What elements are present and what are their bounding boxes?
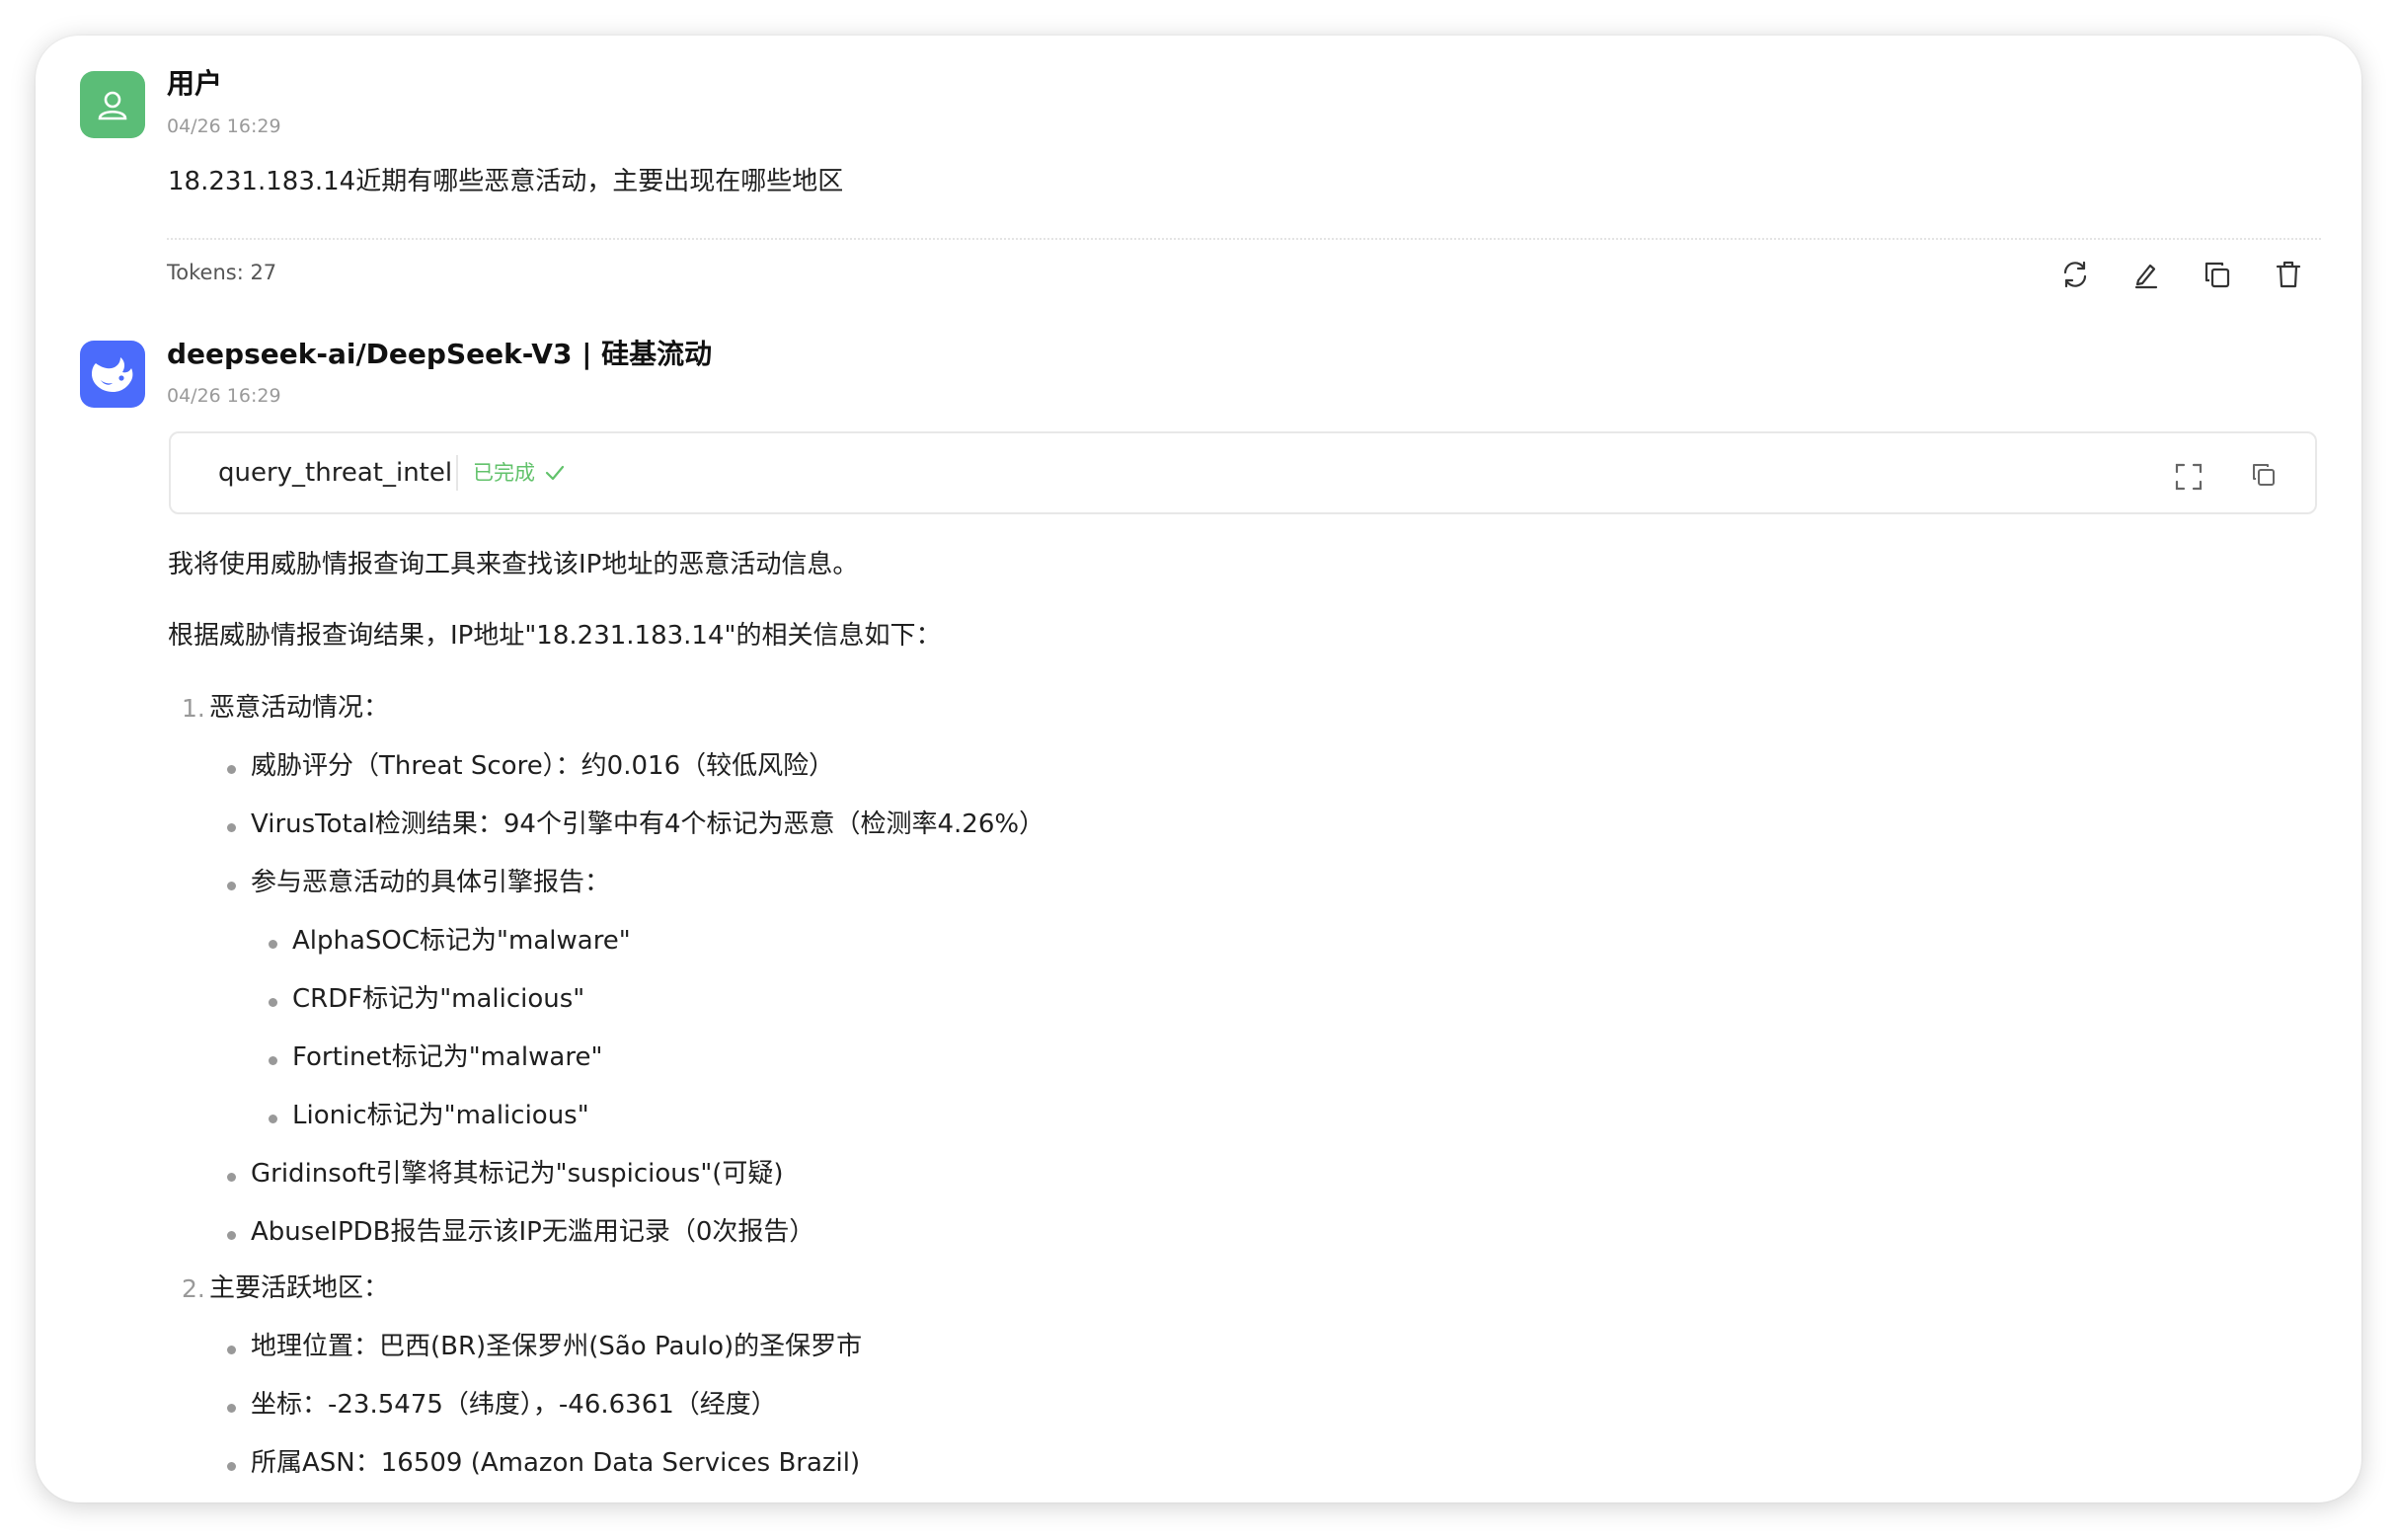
regenerate-button[interactable] [2055,255,2095,294]
bullet [227,1173,236,1182]
bullet [269,940,277,949]
bullet [269,1115,277,1123]
user-icon [98,91,127,120]
section-title: 恶意活动情况： [209,693,390,723]
copy-icon [2204,262,2230,288]
copy-button[interactable] [2198,255,2237,294]
message-actions [2055,255,2308,294]
copy-icon [2253,464,2275,486]
token-count: Tokens: 27 [167,261,277,284]
bullet [227,1231,236,1240]
bullet [227,1346,236,1354]
edit-button[interactable] [2126,255,2166,294]
tool-status-label: 已完成 [473,461,535,485]
user-name: 用户 [167,67,223,100]
tool-call-card[interactable]: query_threat_intel 已完成 [169,431,2317,514]
message-divider [167,238,2321,240]
list-item: AbuseIPDB报告显示该IP无滥用记录（0次报告） [251,1217,815,1247]
edit-icon [2134,264,2158,289]
tool-call-separator [456,455,458,491]
paragraph: 根据威胁情报查询结果，IP地址"18.231.183.14"的相关信息如下： [168,621,942,651]
user-avatar [80,71,145,138]
list-item: 地理位置：巴西(BR)圣保罗州(São Paulo)的圣保罗市 [251,1332,863,1361]
ai-model-name: deepseek-ai/DeepSeek-V3 | 硅基流动 [167,338,713,370]
list-item: 所属ASN：16509 (Amazon Data Services Brazil… [251,1448,861,1478]
list-subitem: CRDF标记为"malicious" [292,984,585,1014]
fullscreen-icon [2175,463,2203,491]
user-message-text: 18.231.183.14近期有哪些恶意活动，主要出现在哪些地区 [168,167,844,196]
delete-button[interactable] [2269,255,2308,294]
list-item: 参与恶意活动的具体引擎报告： [251,868,611,897]
user-message-time: 04/26 16:29 [167,116,281,137]
tool-copy-button[interactable] [2247,458,2281,492]
paragraph: 我将使用威胁情报查询工具来查找该IP地址的恶意活动信息。 [168,550,859,579]
list-item: Gridinsoft引擎将其标记为"suspicious"(可疑) [251,1159,784,1189]
ai-avatar [80,341,145,408]
list-subitem: Lionic标记为"malicious" [292,1101,589,1130]
chat-panel: 用户 04/26 16:29 18.231.183.14近期有哪些恶意活动，主要… [36,36,2361,1502]
list-number: 1. [182,694,205,723]
list-number: 2. [182,1274,205,1303]
expand-button[interactable] [2172,460,2205,494]
bullet [269,1056,277,1065]
ai-message-time: 04/26 16:29 [167,385,281,407]
trash-icon [2276,261,2301,288]
list-subitem: Fortinet标记为"malware" [292,1042,603,1072]
bullet [227,1462,236,1471]
list-item: 威胁评分（Threat Score）：约0.016（较低风险） [251,751,835,781]
list-item: VirusTotal检测结果：94个引擎中有4个标记为恶意（检测率4.26%） [251,809,1045,839]
bullet [227,882,236,890]
deepseek-whale-icon [92,357,133,392]
bullet [227,765,236,774]
checkmark-icon [545,465,565,481]
bullet [227,1404,236,1413]
tool-call-status: 已完成 [473,459,565,487]
tool-call-name: query_threat_intel [218,458,453,488]
refresh-icon [2063,261,2087,288]
bullet [227,823,236,832]
list-subitem: AlphaSOC标记为"malware" [292,926,631,956]
list-item: 坐标：-23.5475（纬度），-46.6361（经度） [251,1390,777,1420]
section-title: 主要活跃地区： [209,1273,390,1303]
bullet [269,998,277,1007]
